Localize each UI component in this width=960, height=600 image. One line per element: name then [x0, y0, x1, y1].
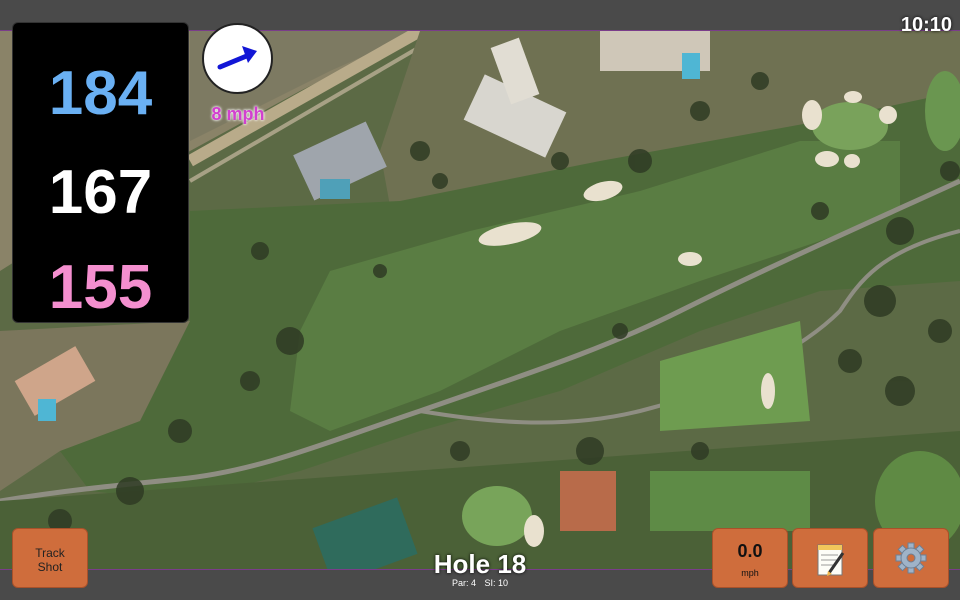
back-distance: 184 — [48, 59, 153, 128]
track-shot-button[interactable]: Track Shot — [12, 528, 88, 588]
wind-indicator — [202, 23, 273, 94]
speed-value: 0.0 — [737, 541, 763, 561]
track-shot-label-line2: Shot — [37, 560, 63, 574]
track-shot-label-line1: Track — [35, 546, 65, 560]
wind-direction-arrow-icon — [217, 46, 257, 70]
distance-panel: 184 167 155 — [12, 22, 189, 323]
hole-details: Par: 4 SI: 10 — [380, 578, 580, 588]
speed-button[interactable]: 0.0 mph — [712, 528, 788, 588]
notes-icon — [817, 544, 845, 576]
middle-distance: 167 — [48, 158, 153, 227]
wind-speed-label: 8 mph — [211, 104, 265, 124]
clock-time: 10:10 — [900, 14, 952, 36]
gear-icon — [895, 542, 927, 574]
notes-button[interactable] — [792, 528, 868, 588]
hole-par: Par: 4 — [451, 578, 476, 588]
hole-stroke-index: SI: 10 — [484, 578, 509, 588]
front-distance: 155 — [48, 253, 153, 322]
hole-title: Hole 18 — [433, 549, 527, 579]
speed-unit: mph — [741, 568, 759, 578]
settings-button[interactable] — [873, 528, 949, 588]
